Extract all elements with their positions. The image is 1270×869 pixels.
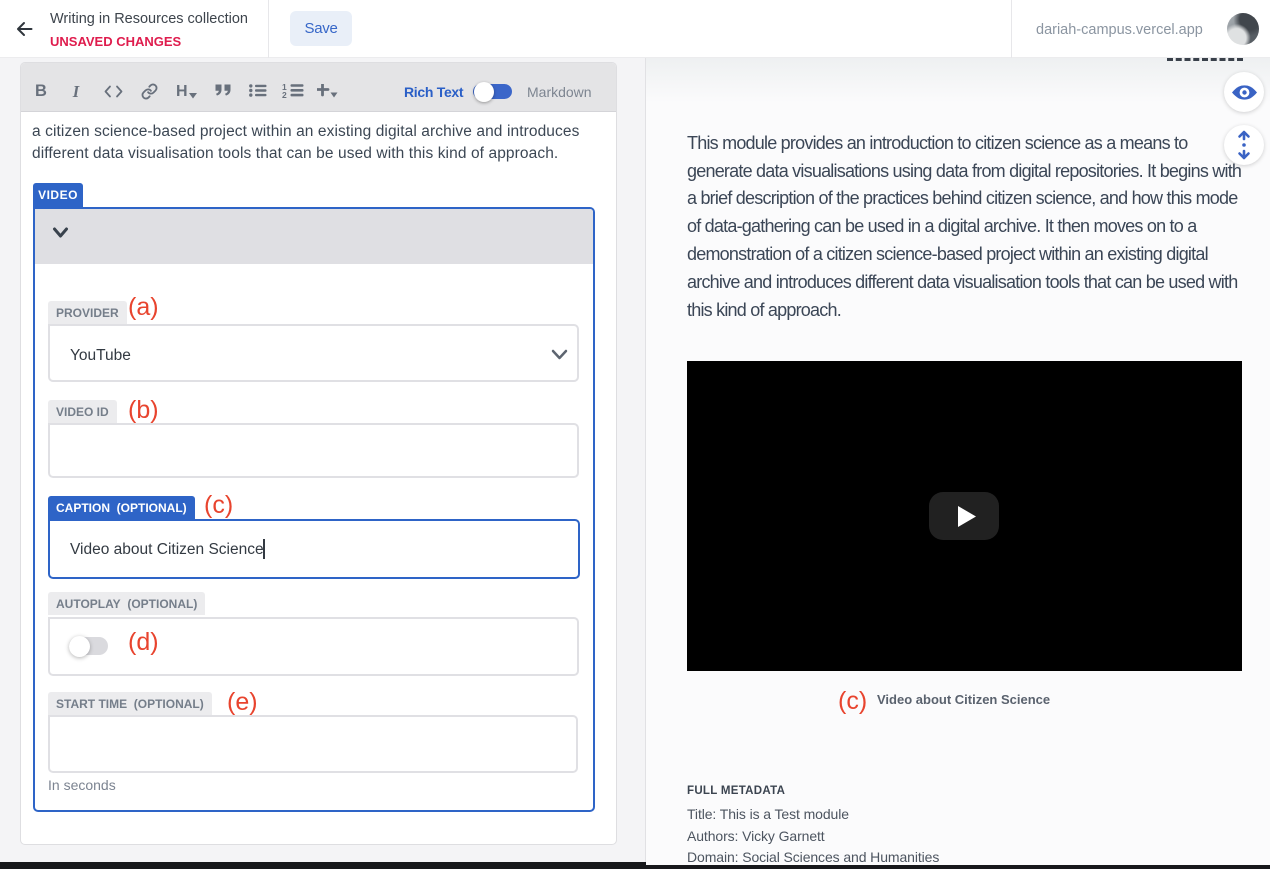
svg-text:2: 2 [282,90,287,98]
